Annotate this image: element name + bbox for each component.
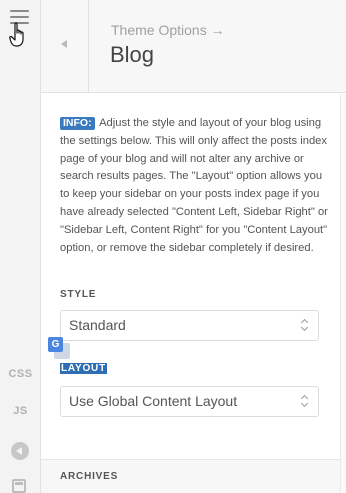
layout-select[interactable]: Use Global Content Layout <box>60 386 319 417</box>
page-title: Blog <box>110 42 155 67</box>
layout-select-value: Use Global Content Layout <box>69 393 238 409</box>
back-arrow-icon[interactable] <box>41 0 89 92</box>
section-archives[interactable]: ARCHIVES <box>41 459 340 493</box>
preview-window-icon[interactable] <box>12 479 26 493</box>
breadcrumb[interactable]: Theme Options → <box>111 22 225 38</box>
settings-content: INFO: Adjust the style and layout of you… <box>41 94 340 459</box>
style-select-value: Standard <box>69 317 126 333</box>
layout-label: LAYOUT <box>60 363 107 374</box>
info-badge: INFO: <box>60 117 95 130</box>
panel-scroll-edge <box>340 94 346 493</box>
panel-header: Theme Options → Blog <box>41 0 346 93</box>
hand-pointer-cursor-icon <box>9 22 24 47</box>
collapse-panel-icon[interactable] <box>11 442 29 460</box>
customizer-app: CSS JS Theme Options → Blog INFO: Adjust… <box>0 0 346 493</box>
style-label: STYLE <box>60 289 97 300</box>
translate-glyph: G <box>48 337 63 352</box>
style-select[interactable]: Standard <box>60 310 319 341</box>
section-archives-label: ARCHIVES <box>60 471 119 482</box>
google-translate-icon[interactable]: G <box>48 337 70 359</box>
select-chevron-icon <box>301 395 309 408</box>
css-button[interactable]: CSS <box>0 368 41 380</box>
select-chevron-icon <box>301 319 309 332</box>
info-description: INFO: Adjust the style and layout of you… <box>60 115 330 257</box>
info-text: Adjust the style and layout of your blog… <box>60 117 328 254</box>
js-button[interactable]: JS <box>0 405 41 417</box>
left-rail: CSS JS <box>0 0 41 493</box>
